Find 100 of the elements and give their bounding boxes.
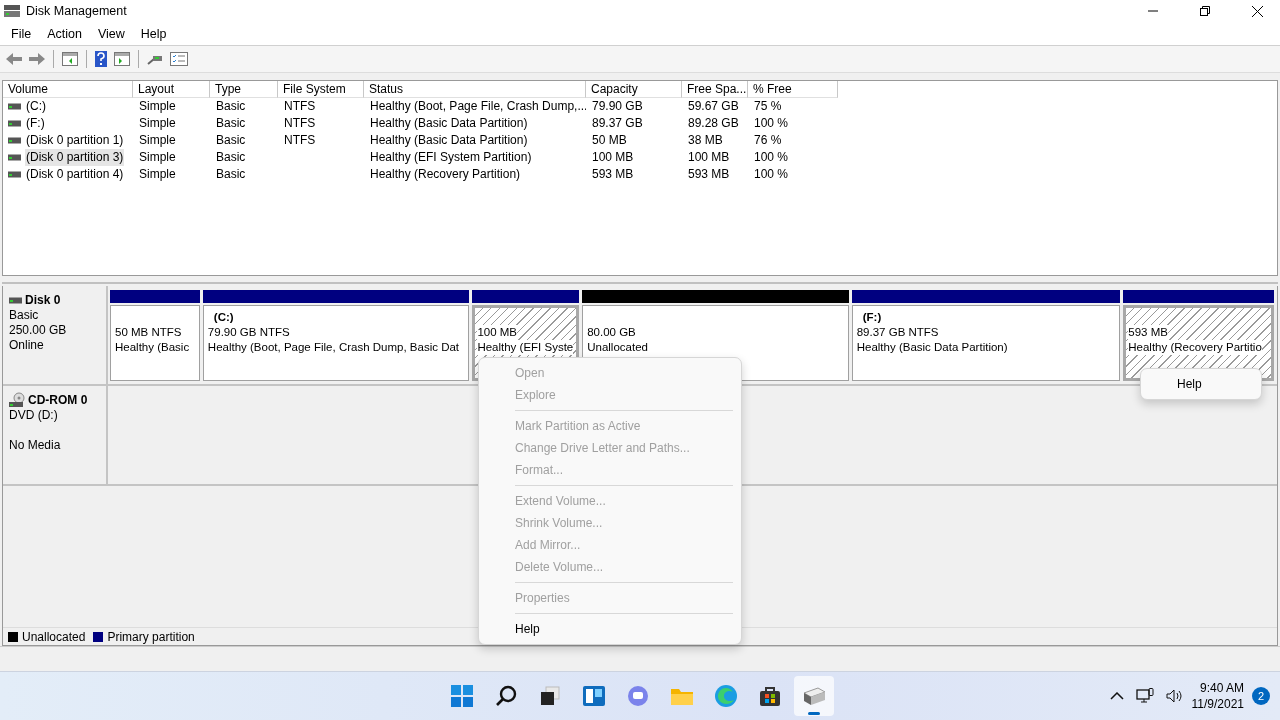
chat-icon xyxy=(626,684,650,708)
close-icon xyxy=(1251,5,1263,17)
disk-detail: Basic xyxy=(9,308,40,323)
partition-label: (C:) xyxy=(212,310,234,325)
table-cell-text: 59.67 GB xyxy=(687,98,740,115)
partition-block[interactable]: (F:) 89.37 GB NTFS Healthy (Basic Data Partition) xyxy=(851,305,1121,381)
partition-status: Healthy (Boot, Page File, Crash Dump, Basic Dat xyxy=(207,340,460,355)
table-cell-text: NTFS xyxy=(283,98,317,115)
table-cell-text: 76 % xyxy=(753,132,783,149)
column-header[interactable]: Status xyxy=(364,81,586,98)
menu-item[interactable]: File xyxy=(3,26,40,41)
table-cell[interactable]: (Disk 0 partition 3) xyxy=(25,149,125,166)
widgets-icon xyxy=(582,685,606,707)
partition-status: Healthy (EFI Syste xyxy=(477,340,574,355)
task-view-icon xyxy=(539,685,561,707)
table-cell-text: 100 % xyxy=(753,115,790,132)
column-header[interactable]: Type xyxy=(210,81,278,98)
clock-date[interactable]: 11/9/2021 xyxy=(1191,696,1244,712)
partition-size: 79.90 GB NTFS xyxy=(207,325,290,340)
partition-size: 80.00 GB xyxy=(587,325,636,340)
clock-time[interactable]: 9:40 AM xyxy=(1199,680,1244,696)
partition-size: 593 MB xyxy=(1128,325,1168,340)
table-cell-text: NTFS xyxy=(283,132,317,149)
table-cell-text: Healthy (Recovery Partition) xyxy=(369,166,522,183)
table-cell[interactable]: (F:) xyxy=(25,115,46,132)
disk-detail: Online xyxy=(9,338,45,353)
column-header[interactable]: Free Spa... xyxy=(682,81,748,98)
table-cell-text: 79.90 GB xyxy=(591,98,644,115)
table-cell-text: Basic xyxy=(215,132,247,149)
disk-name: Disk 0 xyxy=(25,293,61,307)
legend-label: Unallocated xyxy=(22,629,86,644)
table-cell-text: Basic xyxy=(215,149,247,166)
table-cell-text: Basic xyxy=(215,166,247,183)
partition-status: Unallocated xyxy=(587,340,648,355)
notification-badge[interactable]: 2 xyxy=(1252,687,1270,705)
drive-icon xyxy=(8,171,21,178)
properties-button[interactable] xyxy=(168,51,190,67)
partition-status: Healthy (Basic xyxy=(115,340,190,355)
running-indicator xyxy=(808,712,820,715)
action-pane-button[interactable] xyxy=(112,51,132,67)
start-icon xyxy=(450,684,474,708)
table-cell-text: Healthy (Basic Data Partition) xyxy=(369,132,529,149)
table-cell-text: Healthy (EFI System Partition) xyxy=(369,149,533,166)
table-cell-text: NTFS xyxy=(283,115,317,132)
disk-detail: 250.00 GB xyxy=(9,323,68,338)
table-cell-text: 100 MB xyxy=(591,149,635,166)
disk-name: CD-ROM 0 xyxy=(28,393,88,407)
drive-icon xyxy=(8,154,21,161)
partition-size: 100 MB xyxy=(477,325,517,340)
menu-item[interactable]: View xyxy=(89,26,133,41)
cd-drive-icon xyxy=(9,392,25,408)
table-cell-text: Simple xyxy=(138,149,177,166)
table-cell[interactable]: (Disk 0 partition 4) xyxy=(25,166,125,183)
table-cell-text: Simple xyxy=(138,132,177,149)
column-header[interactable]: Capacity xyxy=(586,81,682,98)
table-cell-text: 100 MB xyxy=(687,149,731,166)
drive-icon xyxy=(8,120,21,127)
table-cell-text: 75 % xyxy=(753,98,783,115)
table-cell-text: Healthy (Boot, Page File, Crash Dump,... xyxy=(369,98,586,115)
drive-icon xyxy=(8,137,21,144)
column-header[interactable]: Layout xyxy=(133,81,210,98)
drive-icon xyxy=(8,103,21,110)
table-cell-text: Simple xyxy=(138,166,177,183)
partition-label: (F:) xyxy=(861,310,882,325)
table-cell-text: 100 % xyxy=(753,166,790,183)
table-cell-text: 38 MB xyxy=(687,132,724,149)
disk-detail: No Media xyxy=(9,438,62,453)
window-title: Disk Management xyxy=(26,4,128,18)
partition-status: Healthy (Basic Data Partition) xyxy=(856,340,1008,355)
forward-button[interactable] xyxy=(27,51,47,67)
browser-icon xyxy=(714,684,738,708)
legend-label: Primary partition xyxy=(107,629,195,644)
partition-size: 50 MB NTFS xyxy=(115,325,182,340)
table-cell[interactable]: (Disk 0 partition 1) xyxy=(25,132,125,149)
table-cell[interactable]: (C:) xyxy=(25,98,47,115)
speaker-icon[interactable] xyxy=(1163,687,1184,705)
menu-item[interactable]: Help xyxy=(132,26,175,41)
table-cell-text: 50 MB xyxy=(591,132,628,149)
table-cell-text: 89.37 GB xyxy=(591,115,644,132)
table-cell-text: Basic xyxy=(215,98,247,115)
menu-item[interactable]: Action xyxy=(39,26,90,41)
partition-size: 89.37 GB NTFS xyxy=(856,325,939,340)
table-cell-text: Simple xyxy=(138,98,177,115)
column-header[interactable]: Volume xyxy=(3,81,133,98)
column-header[interactable]: File System xyxy=(278,81,364,98)
search-icon xyxy=(494,684,518,708)
table-cell-text: 100 % xyxy=(753,149,790,166)
back-button[interactable] xyxy=(4,51,24,67)
help-button[interactable] xyxy=(93,50,109,68)
partition-block[interactable]: (C:) 79.90 GB NTFS Healthy (Boot, Page File, Crash Dump, Basic Dat xyxy=(202,305,470,381)
network-icon[interactable] xyxy=(1133,686,1156,706)
partition-status: Healthy (Recovery Partitio xyxy=(1128,340,1262,355)
console-tree-button[interactable] xyxy=(60,51,80,67)
column-header[interactable]: % Free xyxy=(748,81,838,98)
menu-item[interactable]: Help xyxy=(479,618,741,640)
restore-icon xyxy=(1200,6,1210,16)
partition-block[interactable]: 50 MB NTFS Healthy (Basic xyxy=(110,305,200,381)
table-cell-text: 89.28 GB xyxy=(687,115,740,132)
table-cell-text: 593 MB xyxy=(591,166,635,183)
table-cell-text: Simple xyxy=(138,115,177,132)
